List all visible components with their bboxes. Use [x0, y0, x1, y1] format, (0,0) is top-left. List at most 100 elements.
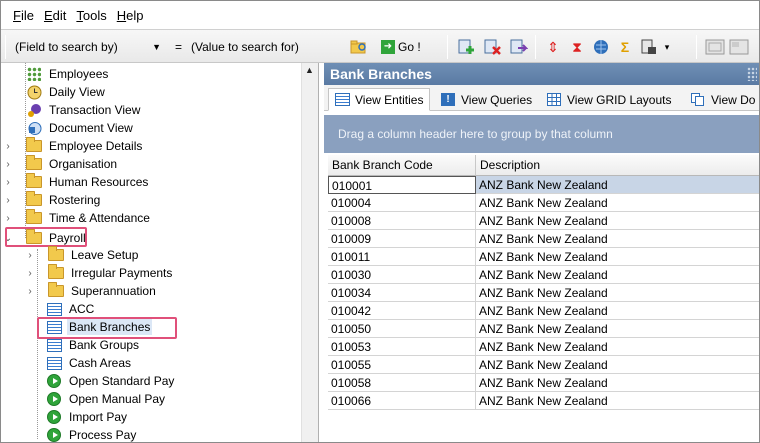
tree-item-bank-groups[interactable]: Bank Groups [45, 336, 141, 354]
tree-item-import-pay[interactable]: Import Pay [45, 408, 129, 426]
cell-code[interactable]: 010050 [328, 320, 476, 338]
cell-description[interactable]: ANZ Bank New Zealand [476, 284, 759, 302]
tree-item-daily-view[interactable]: Daily View [11, 83, 107, 101]
tree-item-document-view[interactable]: Document View [11, 119, 135, 137]
cell-description[interactable]: ANZ Bank New Zealand [476, 392, 759, 410]
tree-item-label: Daily View [49, 85, 105, 99]
menu-file[interactable]: File [13, 8, 34, 23]
tree-item-cash-areas[interactable]: Cash Areas [45, 354, 133, 372]
table-row[interactable]: 010004 ANZ Bank New Zealand [328, 194, 759, 212]
tree-item-human-resources[interactable]: › Human Resources [1, 173, 150, 191]
tree-scrollbar[interactable]: ▲ [301, 63, 318, 442]
tree-item-employees[interactable]: Employees [11, 65, 110, 83]
group-by-area[interactable]: Drag a column header here to group by th… [324, 115, 759, 153]
tree-item-superannuation[interactable]: › Superannuation [23, 282, 158, 300]
green-plus-icon[interactable] [457, 37, 477, 57]
table-row[interactable]: 010053 ANZ Bank New Zealand [328, 338, 759, 356]
copy-icon [691, 93, 705, 106]
tree-item-open-manual-pay[interactable]: Open Manual Pay [45, 390, 167, 408]
column-header-code[interactable]: Bank Branch Code [328, 155, 476, 176]
tab-view-grid-layouts[interactable]: View GRID Layouts [540, 88, 679, 111]
expand-arrow-icon[interactable]: › [23, 286, 37, 297]
table-row[interactable]: 010058 ANZ Bank New Zealand [328, 374, 759, 392]
cell-code[interactable]: 010009 [328, 230, 476, 248]
table-row[interactable]: 010008 ANZ Bank New Zealand [328, 212, 759, 230]
cell-code[interactable]: 010030 [328, 266, 476, 284]
tab-view-documents[interactable]: View Do [684, 88, 759, 111]
expand-arrow-icon[interactable]: › [1, 177, 15, 188]
tree-item-rostering[interactable]: › Rostering [1, 191, 102, 209]
menu-edit[interactable]: Edit [44, 8, 66, 23]
cell-code[interactable]: 010034 [328, 284, 476, 302]
info-icon: ! [441, 93, 455, 106]
cell-description[interactable]: ANZ Bank New Zealand [476, 230, 759, 248]
cell-description[interactable]: ANZ Bank New Zealand [476, 176, 759, 194]
table-row[interactable]: 010055 ANZ Bank New Zealand [328, 356, 759, 374]
expand-arrow-icon[interactable]: › [1, 141, 15, 152]
cell-description[interactable]: ANZ Bank New Zealand [476, 374, 759, 392]
table-row[interactable]: 010050 ANZ Bank New Zealand [328, 320, 759, 338]
tree-item-leave-setup[interactable]: › Leave Setup [23, 246, 140, 264]
play-icon [45, 427, 63, 442]
sigma-icon[interactable]: Σ [615, 37, 635, 57]
cell-code[interactable]: 010058 [328, 374, 476, 392]
tree-item-employee-details[interactable]: › Employee Details [1, 137, 144, 155]
cell-code[interactable]: 010042 [328, 302, 476, 320]
expand-arrow-icon[interactable]: › [1, 213, 15, 224]
grip-icon[interactable] [747, 67, 757, 81]
hr-icon[interactable] [705, 37, 725, 57]
tree-item-open-standard-pay[interactable]: Open Standard Pay [45, 372, 176, 390]
toolbar-overflow-icon[interactable]: ▾ [657, 37, 677, 57]
tree-item-organisation[interactable]: › Organisation [1, 155, 119, 173]
cell-description[interactable]: ANZ Bank New Zealand [476, 194, 759, 212]
expand-arrow-icon[interactable]: › [23, 250, 37, 261]
field-select[interactable]: (Field to search by) ▼ [15, 37, 165, 57]
sort-icon[interactable]: ⇕ [543, 37, 563, 57]
red-x-icon[interactable] [483, 37, 503, 57]
hourglass-icon[interactable]: ⧗ [567, 37, 587, 57]
panel-title-bar: Bank Branches [324, 63, 759, 85]
cell-code[interactable]: 010055 [328, 356, 476, 374]
expand-arrow-icon[interactable]: › [23, 268, 37, 279]
cell-description[interactable]: ANZ Bank New Zealand [476, 248, 759, 266]
tree-item-irregular-payments[interactable]: › Irregular Payments [23, 264, 174, 282]
cell-description[interactable]: ANZ Bank New Zealand [476, 320, 759, 338]
cell-code[interactable]: 010008 [328, 212, 476, 230]
table-row[interactable]: 010066 ANZ Bank New Zealand [328, 392, 759, 410]
tree-item-transaction-view[interactable]: Transaction View [11, 101, 142, 119]
table-row[interactable]: 010001 ANZ Bank New Zealand [328, 176, 759, 194]
tree-item-acc[interactable]: ACC [45, 300, 96, 318]
tab-view-entities[interactable]: View Entities [328, 88, 431, 111]
cell-description[interactable]: ANZ Bank New Zealand [476, 212, 759, 230]
globe-icon[interactable] [591, 37, 611, 57]
table-row[interactable]: 010042 ANZ Bank New Zealand [328, 302, 759, 320]
table-row[interactable]: 010011 ANZ Bank New Zealand [328, 248, 759, 266]
folder-search-icon[interactable] [349, 37, 369, 57]
column-header-description[interactable]: Description [476, 155, 759, 176]
go-button[interactable]: ➜ Go ! [381, 37, 429, 57]
table-row[interactable]: 010034 ANZ Bank New Zealand [328, 284, 759, 302]
tree-item-process-pay[interactable]: Process Pay [45, 426, 138, 442]
tab-view-queries[interactable]: ! View Queries [434, 88, 539, 111]
cell-code[interactable]: 010011 [328, 248, 476, 266]
export-icon[interactable] [509, 37, 529, 57]
cell-code[interactable]: 010004 [328, 194, 476, 212]
cell-code[interactable]: 010001 [328, 176, 476, 194]
report-icon[interactable] [639, 37, 659, 57]
table-row[interactable]: 010009 ANZ Bank New Zealand [328, 230, 759, 248]
cell-description[interactable]: ANZ Bank New Zealand [476, 338, 759, 356]
expand-arrow-icon[interactable]: › [1, 195, 15, 206]
cell-description[interactable]: ANZ Bank New Zealand [476, 302, 759, 320]
search-value-input[interactable]: (Value to search for) [191, 37, 339, 57]
scroll-up-icon[interactable]: ▲ [305, 65, 314, 75]
menu-help[interactable]: Help [117, 8, 144, 23]
table-row[interactable]: 010030 ANZ Bank New Zealand [328, 266, 759, 284]
cell-description[interactable]: ANZ Bank New Zealand [476, 266, 759, 284]
cell-code[interactable]: 010053 [328, 338, 476, 356]
cell-description[interactable]: ANZ Bank New Zealand [476, 356, 759, 374]
menu-tools[interactable]: Tools [76, 8, 106, 23]
expand-arrow-icon[interactable]: › [1, 159, 15, 170]
window-icon[interactable] [729, 37, 749, 57]
cell-code[interactable]: 010066 [328, 392, 476, 410]
tree-item-time-attendance[interactable]: › Time & Attendance [1, 209, 152, 227]
